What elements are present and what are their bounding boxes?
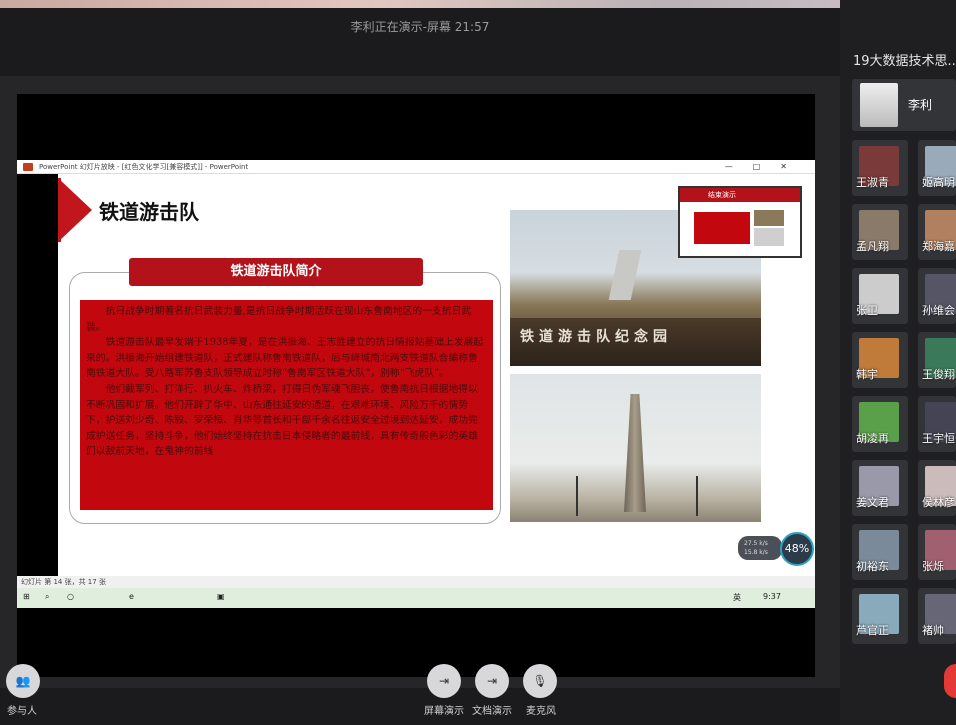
screen-share-icon: ⇥ (438, 674, 450, 688)
participant-name: 王俊翔 (922, 368, 955, 381)
slide-left-margin (17, 174, 58, 576)
participants-button[interactable]: 👥 (6, 664, 40, 698)
participant-tile[interactable]: 韩宇 (852, 332, 908, 388)
slide-title: 铁道游击队 (99, 200, 199, 224)
tray-lang[interactable]: 英 (733, 592, 741, 603)
preview-textbox (694, 212, 750, 244)
windows-taskbar: ⊞ ⌕ ○ e ▣ 英 9:37 (17, 588, 815, 608)
monument-tower-photo (510, 374, 761, 522)
doc-share-label: 文档演示 (472, 706, 512, 717)
participant-tile[interactable]: 芦官正 (852, 588, 908, 644)
people-icon: 👥 (15, 674, 31, 688)
presenter-preview[interactable]: 结束演示 (678, 186, 802, 258)
participant-tile[interactable]: 胡凌再 (852, 396, 908, 452)
window-controls[interactable]: —□✕ (725, 160, 807, 174)
memorial-park-sign: 铁道游击队纪念园 (520, 329, 672, 345)
meeting-window: 李利正在演示-屏幕 21:57 ⚲ ▭ PowerPoint 幻灯片放映 - [… (0, 0, 956, 725)
participant-name: 姜文君 (856, 496, 889, 509)
preview-photo (754, 210, 784, 226)
title-accent-triangle (58, 178, 92, 242)
participant-tile[interactable]: 初裕东 (852, 524, 908, 580)
participant-tile[interactable]: 孟凡翔 (852, 204, 908, 260)
cortana-icon[interactable]: ○ (67, 592, 74, 601)
search-icon[interactable]: ⌕ (45, 592, 49, 602)
network-speed: 27.5 k/s 15.8 k/s (738, 536, 782, 560)
edge-icon[interactable]: e (129, 592, 134, 601)
participant-name: 郑海嘉 (922, 240, 955, 253)
ppt-titlebar: PowerPoint 幻灯片放映 - [红色文化学习[兼容模式]] - Powe… (17, 160, 815, 174)
participant-name: 韩宇 (856, 368, 878, 381)
microphone-icon: 🎙 (532, 674, 548, 688)
intro-text: 抗日战争时期著名抗日武装力量,是抗日战争时期活跃在现山东鲁南地区的一支抗日武装。… (80, 300, 493, 510)
window-title: 李利正在演示-屏幕 21:57 (350, 20, 490, 34)
group-title: 19大数据技术思... (853, 54, 956, 69)
host-tile[interactable]: 李利 (852, 79, 956, 131)
participant-name: 褚帅 (922, 624, 944, 637)
participant-name: 张卫 (856, 304, 878, 317)
participant-name: 孟凡翔 (856, 240, 889, 253)
doc-share-icon: ⇥ (486, 674, 498, 688)
participant-tile[interactable]: 王俊翔 (918, 332, 956, 388)
participant-tile[interactable]: 王淑青 (852, 140, 908, 196)
participant-name: 初裕东 (856, 560, 889, 573)
participant-name: 王宇恒 (922, 432, 955, 445)
top-strip (0, 0, 956, 8)
end-button[interactable] (944, 664, 956, 698)
participant-name: 姬高明 (922, 176, 955, 189)
network-widget: 27.5 k/s 15.8 k/s 48% (738, 530, 814, 566)
slide-counter: 幻灯片 第 14 张，共 17 张 (21, 578, 106, 586)
lamp-post (576, 476, 578, 516)
participant-tile[interactable]: 姜文君 (852, 460, 908, 516)
avatar (860, 83, 898, 127)
ppt-status-bar: 幻灯片 第 14 张，共 17 张 (17, 576, 815, 588)
mic-button[interactable]: 🎙 (523, 664, 557, 698)
participant-name: 侯林彦 (922, 496, 955, 509)
preview-photo (754, 228, 784, 246)
participant-tile[interactable]: 姬高明 (918, 140, 956, 196)
intro-paragraph-2: 铁道游击队最早发端于1938年夏，是在洪振海、王志胜建立的抗日情报站基础上发展起… (86, 337, 484, 380)
preview-label: 结束演示 (680, 188, 800, 202)
participant-name: 张烁 (922, 560, 944, 573)
intro-paragraph-1: 抗日战争时期著名抗日武装力量,是抗日战争时期活跃在现山东鲁南地区的一支抗日武装。 (86, 306, 472, 333)
monument-shape (608, 250, 642, 300)
participant-tile[interactable]: 褚帅 (918, 588, 956, 644)
intro-paragraph-3: 他们截军列、打洋行、扒火车、炸桥梁，打得日伪军魂飞胆丧，使鲁南抗日根据地得以不断… (86, 383, 478, 458)
participant-name: 芦官正 (856, 624, 889, 637)
mic-label: 麦克风 (526, 706, 556, 717)
participant-name: 孙维会 (922, 304, 955, 317)
powerpoint-icon (23, 163, 33, 171)
lamp-post (696, 476, 698, 516)
participant-name: 胡凌再 (856, 432, 889, 445)
host-name: 李利 (908, 98, 933, 112)
screen-share-label: 屏幕演示 (424, 706, 464, 717)
windows-start-icon[interactable]: ⊞ (23, 592, 30, 601)
doc-share-button[interactable]: ⇥ (475, 664, 509, 698)
screen-share-button[interactable]: ⇥ (427, 664, 461, 698)
tray-time: 9:37 (763, 592, 781, 601)
participants-label: 参与人 (7, 706, 37, 717)
slide-subtitle: 铁道游击队简介 (129, 258, 423, 286)
participant-name: 王淑青 (856, 176, 889, 189)
participant-tile[interactable]: 侯林彦 (918, 460, 956, 516)
participant-tile[interactable]: 张烁 (918, 524, 956, 580)
memory-percent: 48% (780, 532, 814, 566)
upload-speed: 27.5 k/s (744, 540, 768, 547)
participant-tile[interactable]: 郑海嘉 (918, 204, 956, 260)
participant-tile[interactable]: 孙维会 (918, 268, 956, 324)
download-speed: 15.8 k/s (744, 549, 768, 556)
powerpoint-taskbar-icon[interactable]: ▣ (217, 592, 225, 601)
participant-tile[interactable]: 张卫 (852, 268, 908, 324)
ppt-window-title: PowerPoint 幻灯片放映 - [红色文化学习[兼容模式]] - Powe… (39, 163, 249, 171)
participant-tile[interactable]: 王宇恒 (918, 396, 956, 452)
tower-shape (624, 394, 646, 512)
